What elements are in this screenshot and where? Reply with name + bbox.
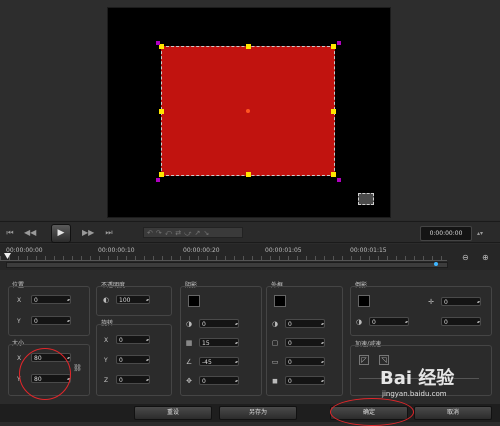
go-to-start-icon[interactable]: ⏮: [4, 227, 16, 238]
rotation-z-label: Z: [104, 377, 109, 384]
time-ruler[interactable]: [0, 256, 447, 261]
shadow-angle-icon: ∠: [185, 358, 193, 366]
border-color-swatch[interactable]: [274, 295, 286, 307]
resize-handle-top[interactable]: [246, 44, 251, 49]
resize-handle-bl[interactable]: [159, 172, 164, 177]
resize-handle-left[interactable]: [159, 109, 164, 114]
position-y-label: Y: [17, 318, 21, 325]
reflection-opacity-input[interactable]: 0: [369, 317, 409, 326]
border-width-icon: ▭: [271, 358, 279, 366]
rotation-group: X 0 Y 0 Z 0: [96, 324, 172, 396]
reset-button[interactable]: 重设: [134, 406, 212, 420]
link-aspect-icon[interactable]: ⛓: [73, 364, 82, 372]
time-label: 00:00:01:15: [350, 247, 387, 254]
transport-bar: ⏮ ◀◀ ▶ ▶▶ ⏭ ↶↷⤺⇄⤻↗↘ 0:00:00:00 ▴▾: [0, 221, 500, 243]
zoom-in-icon[interactable]: ⊕: [482, 253, 489, 262]
reflection-offset-input[interactable]: 0: [441, 297, 481, 306]
rotation-y-label: Y: [104, 357, 108, 364]
timecode-display[interactable]: 0:00:00:00: [420, 226, 472, 241]
skew-handle-bl[interactable]: [156, 178, 160, 182]
previous-frame-icon[interactable]: ◀◀: [24, 227, 36, 238]
position-y-input[interactable]: 0: [31, 316, 71, 325]
border-corner-input[interactable]: 0: [285, 338, 325, 347]
preview-area: [0, 0, 500, 220]
shadow-distance-input[interactable]: 0: [199, 376, 239, 385]
skew-handle-br[interactable]: [337, 178, 341, 182]
size-x-label: X: [17, 355, 22, 362]
reflection-opacity-icon: ◑: [355, 318, 363, 326]
shadow-opacity-input[interactable]: 0: [199, 319, 239, 328]
skew-handle-tl[interactable]: [156, 41, 160, 45]
watermark-logo: Bai 经验: [380, 368, 455, 389]
border-softness-icon: ◼: [272, 377, 278, 385]
preview-canvas[interactable]: [107, 7, 391, 218]
opacity-input[interactable]: 100: [116, 295, 150, 304]
rotation-y-input[interactable]: 0: [116, 355, 150, 364]
center-point[interactable]: [246, 109, 250, 113]
position-x-label: X: [17, 297, 22, 304]
ease-in-icon[interactable]: ◸: [359, 355, 369, 365]
time-label: 00:00:00:20: [183, 247, 220, 254]
timeline-track[interactable]: [6, 262, 448, 268]
reflection-group: ◑ 0 ✛ 0 0: [350, 286, 492, 336]
shadow-distance-icon: ✥: [186, 377, 192, 385]
position-x-input[interactable]: 0: [31, 295, 71, 304]
border-softness-input[interactable]: 0: [285, 376, 325, 385]
resize-handle-bottom[interactable]: [246, 172, 251, 177]
resize-handle-right[interactable]: [331, 109, 336, 114]
edit-tools-strip[interactable]: ↶↷⤺⇄⤻↗↘: [143, 227, 243, 238]
go-to-end-icon[interactable]: ⏭: [103, 227, 115, 238]
red-annotation-circle: [19, 348, 71, 400]
time-label: 00:00:00:10: [98, 247, 135, 254]
shadow-color-swatch[interactable]: [188, 295, 200, 307]
opacity-icon: ◐: [102, 296, 110, 304]
rotation-x-label: X: [104, 337, 109, 344]
save-as-button[interactable]: 另存为: [219, 406, 297, 420]
opacity-group: ◐ 100: [96, 286, 172, 316]
mini-preview-thumbnail: [358, 193, 374, 205]
rotation-x-input[interactable]: 0: [116, 335, 150, 344]
watermark-url: jingyan.baidu.com: [382, 390, 447, 398]
border-opacity-icon: ◑: [271, 320, 279, 328]
shadow-angle-input[interactable]: -45: [199, 357, 239, 366]
shadow-blur-icon: ▦: [185, 339, 193, 347]
rotation-z-input[interactable]: 0: [116, 375, 150, 384]
shadow-group: ◑ 0 ▦ 15 ∠ -45 ✥ 0: [180, 286, 262, 396]
next-frame-icon[interactable]: ▶▶: [82, 227, 94, 238]
play-button[interactable]: ▶: [51, 224, 71, 243]
time-label: 00:00:01:05: [265, 247, 302, 254]
time-label: 00:00:00:00: [6, 247, 43, 254]
zoom-out-icon[interactable]: ⊖: [462, 253, 469, 262]
border-corner-icon: ▢: [271, 339, 279, 347]
reflection-offset-icon: ✛: [428, 298, 434, 306]
resize-handle-br[interactable]: [331, 172, 336, 177]
position-group: X 0 Y 0: [8, 286, 90, 336]
baidu-watermark: Bai 经验 jingyan.baidu.com: [380, 358, 498, 418]
timecode-stepper-icon[interactable]: ▴▾: [474, 228, 486, 239]
reflection-color-swatch[interactable]: [358, 295, 370, 307]
keyframe-marker[interactable]: [434, 262, 438, 266]
border-width-input[interactable]: 0: [285, 357, 325, 366]
reflection-fade-input[interactable]: 0: [441, 317, 481, 326]
timeline[interactable]: 00:00:00:00 00:00:00:10 00:00:00:20 00:0…: [0, 244, 500, 270]
skew-handle-tr[interactable]: [337, 41, 341, 45]
shadow-opacity-icon: ◑: [185, 320, 193, 328]
border-group: ◑ 0 ▢ 0 ▭ 0 ◼ 0: [266, 286, 343, 396]
shadow-blur-input[interactable]: 15: [199, 338, 239, 347]
overlay-rectangle[interactable]: [159, 44, 336, 177]
resize-handle-tr[interactable]: [331, 44, 336, 49]
border-opacity-input[interactable]: 0: [285, 319, 325, 328]
